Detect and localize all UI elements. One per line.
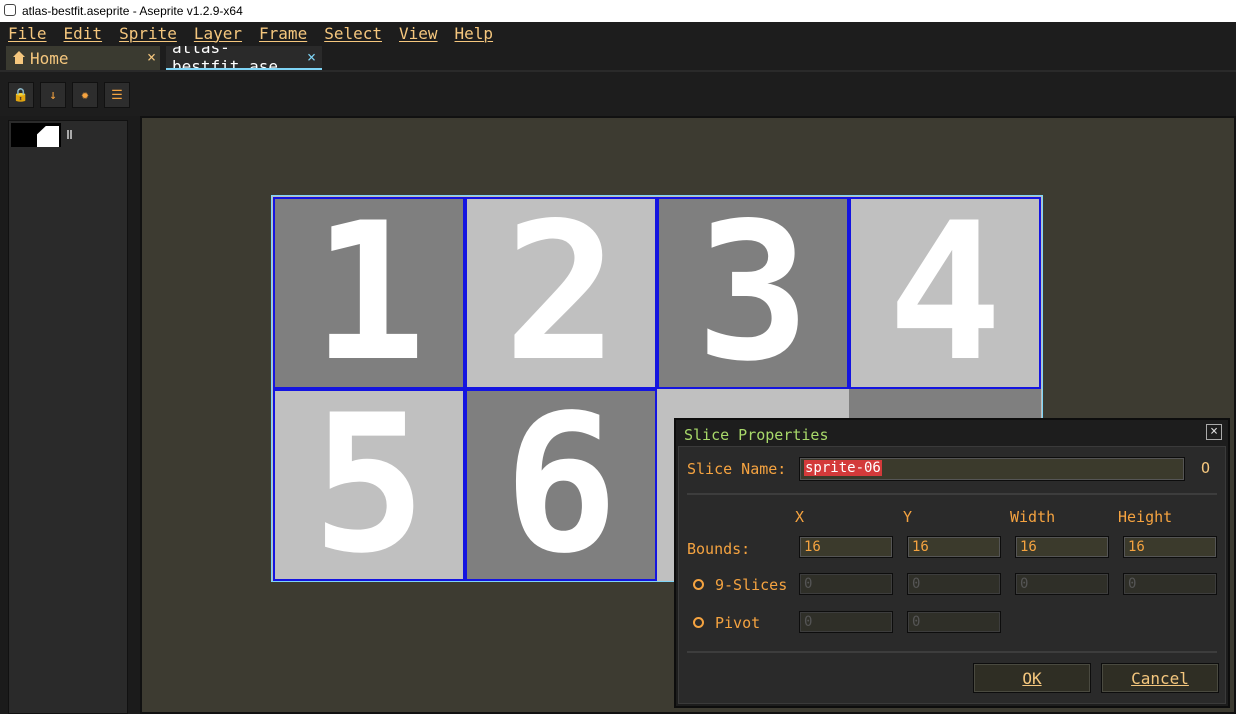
layer-thumbnail[interactable] <box>11 123 61 147</box>
color-indicator[interactable]: O <box>1201 459 1210 477</box>
separator <box>687 493 1217 495</box>
sprite-cell-3[interactable]: 3 <box>657 197 849 389</box>
tab-home[interactable]: Home × <box>6 46 160 70</box>
sprite-cell-5[interactable]: 5 <box>273 389 465 581</box>
column-y-header: Y <box>903 508 913 526</box>
nine-slices-y-field[interactable]: 0 <box>907 573 1001 595</box>
pivot-label: Pivot <box>715 614 761 632</box>
column-x-header: X <box>795 508 805 526</box>
menu-sprite[interactable]: Sprite <box>119 24 177 43</box>
nine-slices-height-field[interactable]: 0 <box>1123 573 1217 595</box>
bounds-y-field[interactable]: 16 <box>907 536 1001 558</box>
column-width-header: Width <box>1010 508 1056 526</box>
menu-help[interactable]: Help <box>455 24 494 43</box>
sprite-cell-1[interactable]: 1 <box>273 197 465 389</box>
timeline-toolbar: 🔒 ↓ ✹ ☰ <box>0 72 1236 116</box>
close-icon[interactable]: × <box>1206 424 1222 440</box>
aseprite-app-icon <box>4 4 16 16</box>
menu-select[interactable]: Select <box>324 24 382 43</box>
bounds-label: Bounds: <box>687 540 751 558</box>
slice-name-label: Slice Name: <box>687 460 787 478</box>
panel-splitter[interactable] <box>128 116 138 714</box>
arrow-down-icon[interactable]: ↓ <box>40 82 66 108</box>
menu-icon[interactable]: ☰ <box>104 82 130 108</box>
menu-frame[interactable]: Frame <box>259 24 307 43</box>
lock-icon[interactable]: 🔒 <box>8 82 34 108</box>
home-icon <box>12 51 26 65</box>
nine-slices-checkbox[interactable] <box>693 579 704 590</box>
nine-slices-x-field[interactable]: 0 <box>799 573 893 595</box>
nine-slices-label: 9-Slices <box>715 576 788 594</box>
slice-name-field[interactable]: sprite-06 <box>799 457 1185 481</box>
pivot-x-field[interactable]: 0 <box>799 611 893 633</box>
pause-icon[interactable] <box>67 130 72 139</box>
tab-home-label: Home <box>30 48 69 68</box>
window-title-bar: atlas-bestfit.aseprite - Aseprite v1.2.9… <box>0 0 1236 22</box>
tab-bar: Home × atlas-bestfit.ase × <box>0 44 1236 72</box>
slice-name-value: sprite-06 <box>804 460 882 476</box>
column-height-header: Height <box>1118 508 1173 526</box>
window-title: atlas-bestfit.aseprite - Aseprite v1.2.9… <box>22 4 243 18</box>
dialog-body: Slice Name: sprite-06 O X Y Width Height… <box>678 446 1226 704</box>
menu-bar: File Edit Sprite Layer Frame Select View… <box>0 22 1236 44</box>
separator <box>687 651 1217 653</box>
pivot-y-field[interactable]: 0 <box>907 611 1001 633</box>
menu-layer[interactable]: Layer <box>194 24 242 43</box>
tab-document-label: atlas-bestfit.ase <box>172 46 278 70</box>
ok-button[interactable]: OK <box>973 663 1091 693</box>
pivot-checkbox[interactable] <box>693 617 704 628</box>
menu-edit[interactable]: Edit <box>64 24 103 43</box>
menu-view[interactable]: View <box>399 24 438 43</box>
close-icon[interactable]: × <box>147 48 156 66</box>
bounds-height-field[interactable]: 16 <box>1123 536 1217 558</box>
slice-properties-dialog: Slice Properties × Slice Name: sprite-06… <box>674 418 1230 708</box>
close-icon[interactable]: × <box>307 48 316 66</box>
dialog-title: Slice Properties <box>684 426 829 444</box>
menu-file[interactable]: File <box>8 24 47 43</box>
sprite-cell-6[interactable]: 6 <box>465 389 657 581</box>
gear-icon[interactable]: ✹ <box>72 82 98 108</box>
sprite-cell-4[interactable]: 4 <box>849 197 1041 389</box>
tab-document[interactable]: atlas-bestfit.ase × <box>166 46 322 70</box>
sprite-cell-2[interactable]: 2 <box>465 197 657 389</box>
nine-slices-width-field[interactable]: 0 <box>1015 573 1109 595</box>
bounds-width-field[interactable]: 16 <box>1015 536 1109 558</box>
cancel-button[interactable]: Cancel <box>1101 663 1219 693</box>
bounds-x-field[interactable]: 16 <box>799 536 893 558</box>
layers-panel <box>8 120 128 714</box>
